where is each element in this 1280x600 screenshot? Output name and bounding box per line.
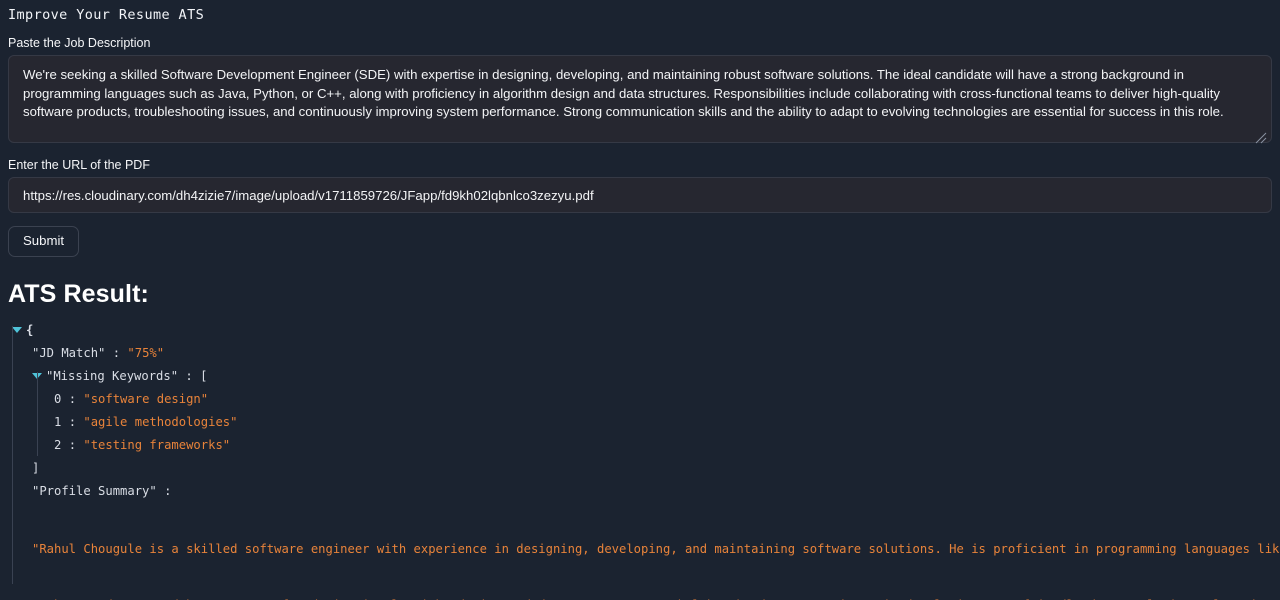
json-array-index: 1: [54, 415, 62, 429]
json-result-viewer: { "JD Match" : "75%" "Missing Keywords" …: [8, 319, 1280, 600]
pdf-url-input[interactable]: [8, 177, 1272, 213]
json-root-open-brace: {: [26, 323, 34, 337]
json-array-value: "testing frameworks": [83, 438, 231, 452]
job-description-textarea[interactable]: We're seeking a skilled Software Develop…: [8, 55, 1272, 143]
app-root: Improve Your Resume ATS Paste the Job De…: [0, 0, 1280, 600]
page-title: Improve Your Resume ATS: [8, 7, 205, 23]
json-array-index: 0: [54, 392, 62, 406]
json-key-profile-summary: "Profile Summary": [32, 484, 157, 498]
json-colon-profile-summary: :: [164, 484, 172, 498]
json-row-missing-keywords: "Missing Keywords" : [: [12, 365, 1272, 388]
json-array-value: "software design": [83, 392, 209, 406]
profile-summary-line: "Rahul Chougule is a skilled software en…: [32, 542, 1280, 556]
job-description-label: Paste the Job Description: [8, 36, 151, 50]
json-array-item: 2 : "testing frameworks": [12, 434, 1272, 457]
json-array-item: 0 : "software design": [12, 388, 1272, 411]
json-array-colon: :: [68, 438, 77, 452]
ats-result-heading: ATS Result:: [8, 280, 149, 308]
json-array-index: 2: [54, 438, 62, 452]
json-guide-line-root: [12, 326, 13, 584]
job-description-field-wrapper: We're seeking a skilled Software Develop…: [8, 55, 1272, 148]
json-key-jd-match: "JD Match": [32, 346, 106, 360]
json-value-jd-match: "75%": [127, 346, 165, 360]
submit-button[interactable]: Submit: [8, 226, 80, 257]
json-key-missing-keywords: "Missing Keywords": [46, 369, 179, 383]
json-guide-line-array: [37, 372, 38, 456]
json-row-jd-match: "JD Match" : "75%": [12, 342, 1272, 365]
json-row-profile-summary: "Profile Summary" :: [12, 480, 1272, 503]
json-array-value: "agile methodologies": [83, 415, 238, 429]
json-colon-jd-match: :: [112, 346, 121, 360]
json-value-profile-summary: "Rahul Chougule is a skilled software en…: [12, 503, 1280, 600]
json-array-colon: :: [68, 415, 77, 429]
json-colon-missing-keywords: :: [185, 369, 193, 383]
pdf-url-label: Enter the URL of the PDF: [8, 158, 150, 172]
profile-summary-line: Python, and C++, and has a strong founda…: [32, 596, 1280, 600]
submit-row: Submit: [8, 226, 1272, 257]
json-close-bracket-missing-keywords: ]: [32, 461, 40, 475]
json-root-open-row: {: [12, 319, 1272, 342]
json-array-item: 1 : "agile methodologies": [12, 411, 1272, 434]
json-array-colon: :: [68, 392, 77, 406]
json-open-bracket-missing-keywords: [: [200, 369, 208, 383]
collapse-triangle-icon-root[interactable]: [12, 326, 22, 333]
